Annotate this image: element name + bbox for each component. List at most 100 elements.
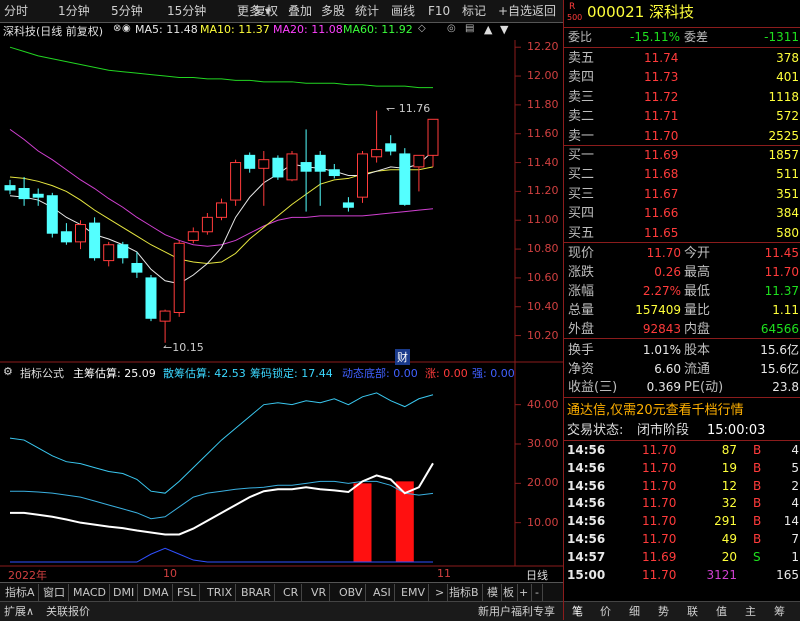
bid-label: 买二 — [568, 167, 595, 183]
indicator-tab-1[interactable]: 窗口 — [40, 584, 69, 601]
ask-label: 卖二 — [568, 109, 595, 125]
high-annotation: ↽ 11.76 — [386, 102, 431, 115]
bid-label: 买三 — [568, 186, 595, 202]
tick-direction: B — [753, 514, 762, 529]
tick-direction: B — [753, 496, 762, 511]
tick-direction: B — [753, 532, 762, 546]
tick-direction: S — [753, 549, 761, 564]
ind-axis-label: 30.00 — [527, 437, 559, 450]
promo-text[interactable]: 通达信,仅需20元查看千档行情 — [567, 401, 744, 420]
candle-body — [216, 202, 227, 218]
price-axis-label: 11.80 — [527, 97, 559, 111]
stat2-label: 流通 — [684, 361, 711, 377]
candle-body — [300, 162, 312, 172]
tick-row: 14:57 11.69 20 S 1 — [564, 548, 800, 566]
indicator-tab-4[interactable]: DMA — [140, 584, 173, 601]
candle-body — [427, 118, 439, 156]
tick-volume: 20 — [721, 549, 737, 564]
candle-body — [117, 244, 129, 259]
qiang-label: 强: 0.00 — [472, 367, 515, 380]
price-axis-label: 10.20 — [527, 328, 559, 342]
expand-button[interactable]: 扩展∧ — [4, 603, 34, 620]
stat-label: 今开 — [684, 246, 711, 261]
bid-price: 11.67 — [644, 186, 679, 201]
bid-label: 买五 — [568, 225, 595, 241]
bid-volume: 351 — [776, 186, 799, 201]
bid-price: 11.69 — [644, 148, 679, 162]
related-quote-button[interactable]: 关联报价 — [46, 603, 90, 620]
quote-title: R 500 000021 深科技 — [564, 2, 800, 26]
indicator-tab-18[interactable]: - — [532, 584, 543, 601]
indicator-tab-10[interactable]: OBV — [336, 584, 367, 601]
indicator-tab-14[interactable]: 指标B — [446, 584, 483, 601]
tick-price: 11.69 — [642, 549, 677, 564]
trade-status-label: 交易状态: — [567, 423, 624, 438]
weibi-value: -15.11% — [630, 30, 681, 44]
indicator-tab-3[interactable]: DMI — [110, 584, 139, 601]
indicator-tab-9[interactable]: VR — [308, 584, 331, 601]
candle-body — [244, 154, 256, 169]
indicator-tab-6[interactable]: TRIX — [204, 584, 237, 601]
price-axis-label: 10.80 — [527, 242, 559, 256]
tick-time: 14:56 — [567, 532, 606, 546]
tick-row: 14:56 11.70 32 B 4 — [564, 494, 800, 512]
candle-body — [4, 185, 16, 191]
stat2-value: 0.369 — [646, 380, 681, 394]
ask-row-1: 卖四 11.73 401 — [564, 68, 800, 87]
indicator-tab-7[interactable]: BRAR — [238, 584, 275, 601]
tick-price: 11.70 — [642, 460, 677, 475]
stat-value: 64566 — [760, 322, 799, 336]
candle-body — [342, 202, 354, 208]
stat2-label: 收益(三) — [568, 380, 618, 395]
candle-body — [32, 193, 44, 198]
ask-volume: 401 — [776, 70, 799, 85]
ask-price: 11.74 — [644, 51, 679, 65]
bid-row-0: 买一 11.69 1857 — [564, 146, 800, 165]
candle-body — [399, 153, 411, 205]
candle-body — [385, 143, 397, 152]
tick-volume: 87 — [721, 443, 737, 457]
candle-body — [46, 195, 58, 234]
tick-direction: B — [753, 443, 762, 457]
ask-price: 11.71 — [644, 109, 679, 124]
kline-chart[interactable] — [0, 0, 563, 582]
ask-label: 卖四 — [568, 70, 595, 86]
indicator-name[interactable]: 指标公式 — [20, 365, 64, 381]
ask-row-3: 卖二 11.71 572 — [564, 107, 800, 126]
indicator-tab-2[interactable]: MACD — [70, 584, 110, 601]
ma20-line — [9, 128, 434, 247]
ma60-line — [9, 46, 433, 89]
promo-banner[interactable]: 通达信,仅需20元查看千档行情 — [564, 401, 800, 419]
finance-event-marker[interactable]: 财 — [395, 349, 410, 365]
indicator-tab-8[interactable]: CR — [280, 584, 303, 601]
candle-body — [173, 242, 185, 314]
low-value: 10.15 — [172, 341, 204, 354]
market-num: 500 — [567, 13, 583, 22]
candle-body — [371, 149, 383, 158]
stat-row-1: 涨跌 0.26 最高 11.70 — [564, 263, 800, 282]
indicator-tab-12[interactable]: EMV — [398, 584, 429, 601]
indicator-header: ⚙ 指标公式 主筹估算: 25.09 散筹估算: 42.53 筹码锁定: 17.… — [0, 365, 515, 381]
indicator-tab-0[interactable]: 指标A — [2, 584, 39, 601]
scgs-label: 散筹估算: 42.53 — [163, 367, 246, 380]
ask-row-4: 卖一 11.70 2525 — [564, 127, 800, 146]
indicator-tab-5[interactable]: FSL — [174, 584, 201, 601]
candle-body — [187, 231, 199, 241]
bid-price: 11.68 — [644, 167, 679, 182]
stat-label: 最高 — [684, 265, 711, 280]
candle-body — [413, 154, 425, 168]
new-user-benefit-link[interactable]: 新用户福利专享 — [478, 603, 555, 620]
candle-body — [75, 224, 86, 243]
stat-row-2: 涨幅 2.27% 最低 11.37 — [564, 282, 800, 301]
candle-body — [357, 153, 368, 198]
indicator-tab-11[interactable]: ASI — [370, 584, 395, 601]
settings-icon[interactable]: ⚙ — [3, 365, 13, 378]
tick-volume: 12 — [721, 478, 737, 493]
zcgs-label: 主筹估算: 25.09 — [73, 367, 156, 380]
period-label[interactable]: 日线 — [526, 567, 548, 583]
stat-value: 1.11 — [772, 303, 799, 317]
indicator-tab-17[interactable]: + — [516, 584, 533, 601]
trade-status-row: 交易状态: 闭市阶段 15:00:03 — [564, 421, 800, 440]
bid-row-4: 买五 11.65 580 — [564, 224, 800, 243]
tick-row: 14:56 11.70 49 B 7 — [564, 530, 800, 548]
